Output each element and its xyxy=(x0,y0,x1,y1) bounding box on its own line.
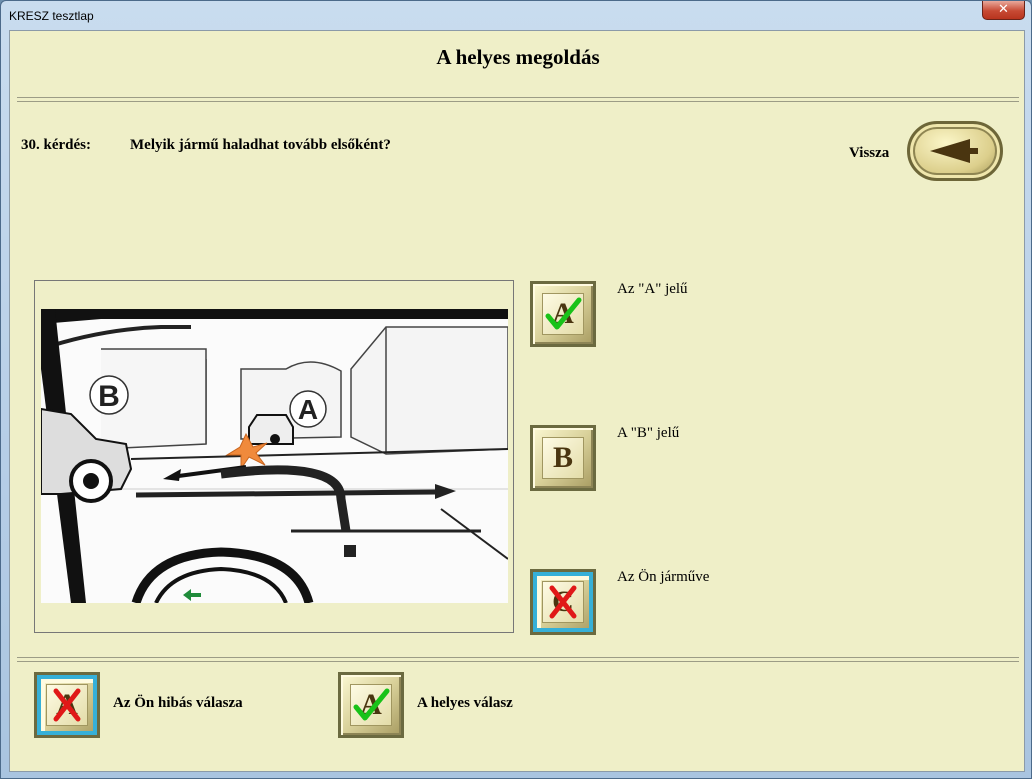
close-icon: ✕ xyxy=(998,2,1009,17)
close-button[interactable]: ✕ xyxy=(982,1,1025,20)
label-b: B xyxy=(98,380,120,413)
question-picture: B A xyxy=(41,309,508,603)
back-arrow-icon xyxy=(930,139,978,163)
answer-b-button[interactable]: B xyxy=(530,425,596,491)
question-text: Melyik jármű haladhat tovább elsőként? xyxy=(130,137,391,153)
legend-wrong-face: A xyxy=(46,684,88,726)
label-a: A xyxy=(298,394,318,425)
question-picture-frame: B A xyxy=(34,280,514,633)
checkmark-icon xyxy=(353,688,390,721)
app-window: KRESZ tesztlap ✕ A helyes megoldás 30. k… xyxy=(0,0,1032,779)
bottom-divider xyxy=(17,657,1019,662)
legend-correct-icon: A xyxy=(338,672,404,738)
cross-icon xyxy=(53,688,81,722)
back-label: Vissza xyxy=(849,145,890,161)
answer-b-face: B xyxy=(542,437,584,479)
answer-a-button[interactable]: A xyxy=(530,281,596,347)
back-button[interactable] xyxy=(907,121,1003,181)
legend-wrong-label: Az Ön hibás válasza xyxy=(113,695,243,711)
answer-a-text: Az "A" jelű xyxy=(617,281,688,297)
window-title: KRESZ tesztlap xyxy=(9,9,94,23)
question-number: 30. kérdés: xyxy=(21,137,91,153)
top-divider xyxy=(17,97,1019,102)
answer-c-face: C xyxy=(542,581,584,623)
answer-b-letter: B xyxy=(552,441,573,474)
legend-correct-label: A helyes válasz xyxy=(417,695,513,711)
page-title: A helyes megoldás xyxy=(436,45,600,69)
title-bar: KRESZ tesztlap ✕ xyxy=(1,1,1031,29)
checkmark-icon xyxy=(545,297,582,330)
answer-c-button[interactable]: C xyxy=(530,569,596,635)
answer-c-text: Az Ön járműve xyxy=(617,569,710,585)
legend-wrong-icon: A xyxy=(34,672,100,738)
answer-b-text: A "B" jelű xyxy=(617,425,680,441)
legend-correct-face: A xyxy=(350,684,392,726)
content-area: A helyes megoldás 30. kérdés: Melyik jár… xyxy=(9,30,1025,772)
answer-a-face: A xyxy=(542,293,584,335)
cross-icon xyxy=(549,585,577,619)
